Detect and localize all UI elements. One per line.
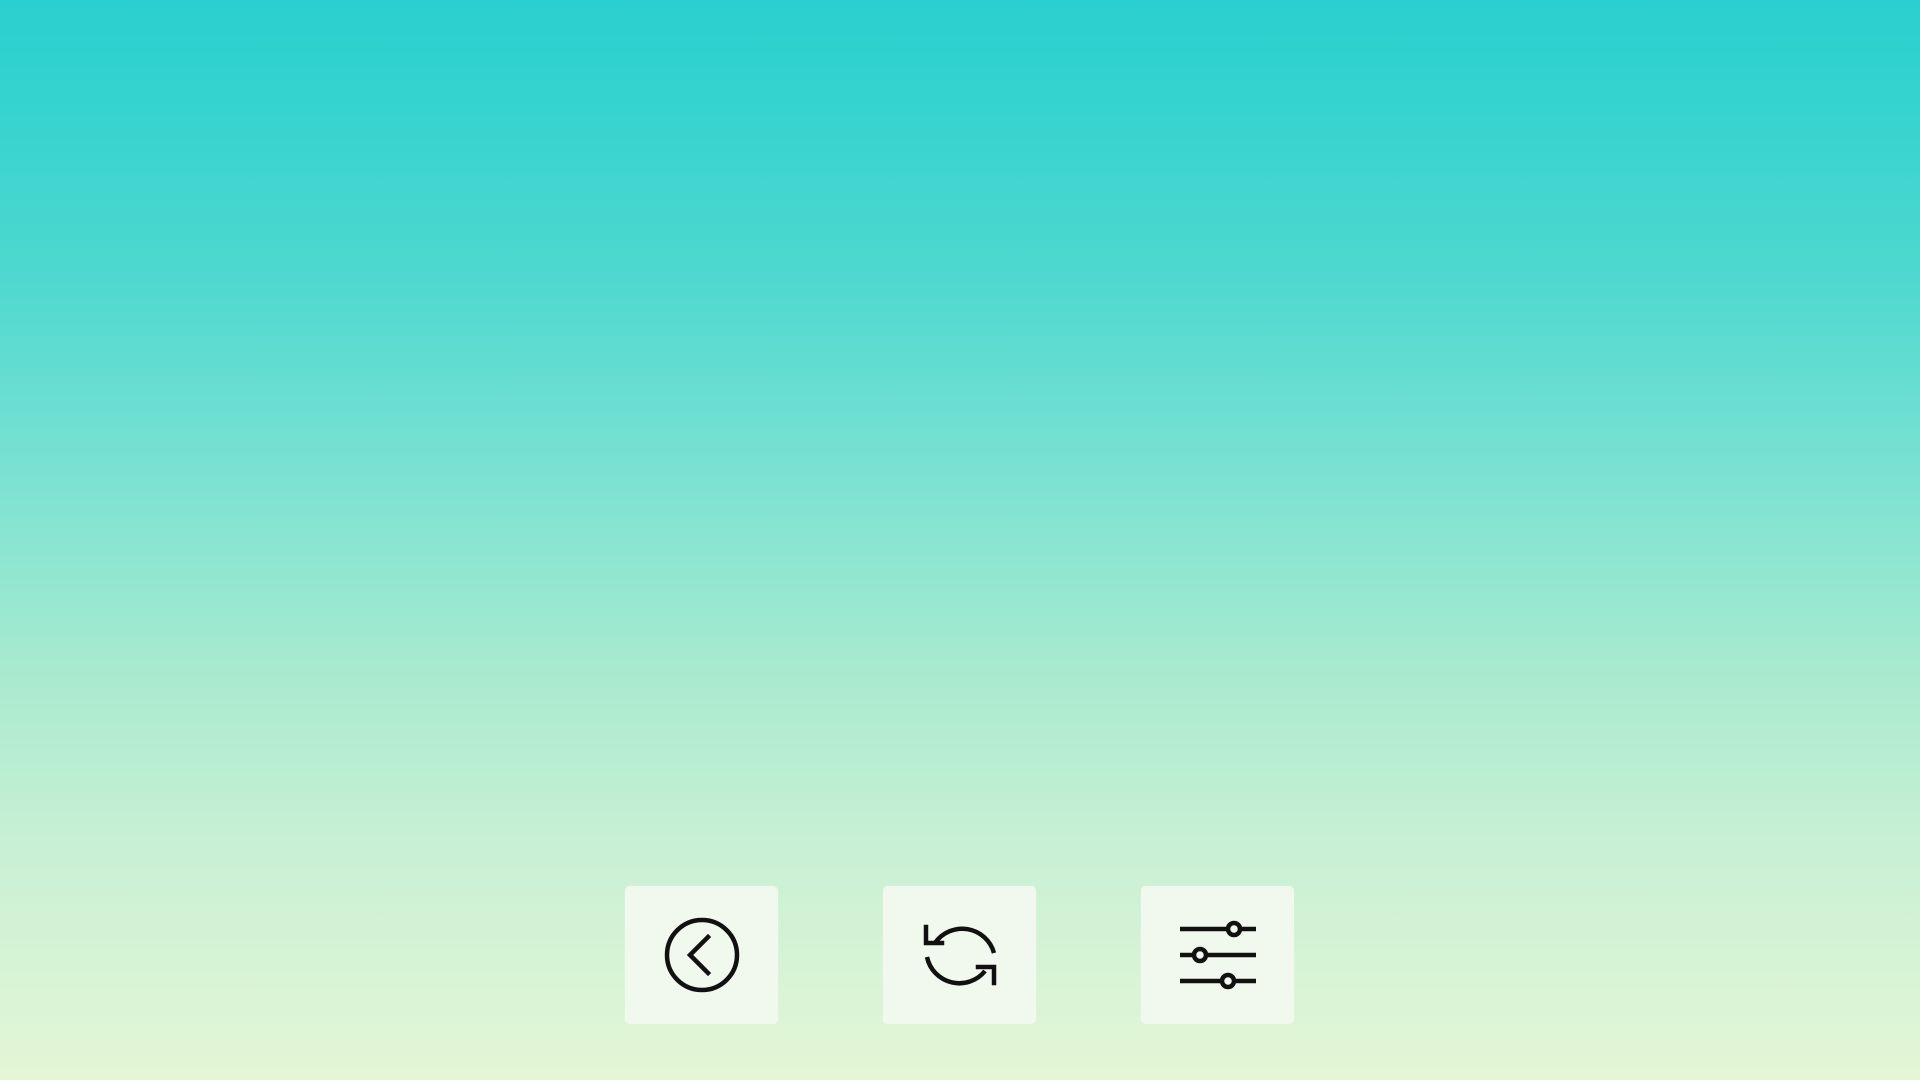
gradient-background (0, 0, 1920, 1080)
back-button[interactable] (625, 886, 778, 1024)
bottom-toolbar (625, 886, 1294, 1024)
refresh-icon (920, 915, 1000, 995)
settings-button[interactable] (1141, 886, 1294, 1024)
chevron-left-circle-icon (662, 915, 742, 995)
refresh-button[interactable] (883, 886, 1036, 1024)
sliders-icon (1178, 915, 1258, 995)
